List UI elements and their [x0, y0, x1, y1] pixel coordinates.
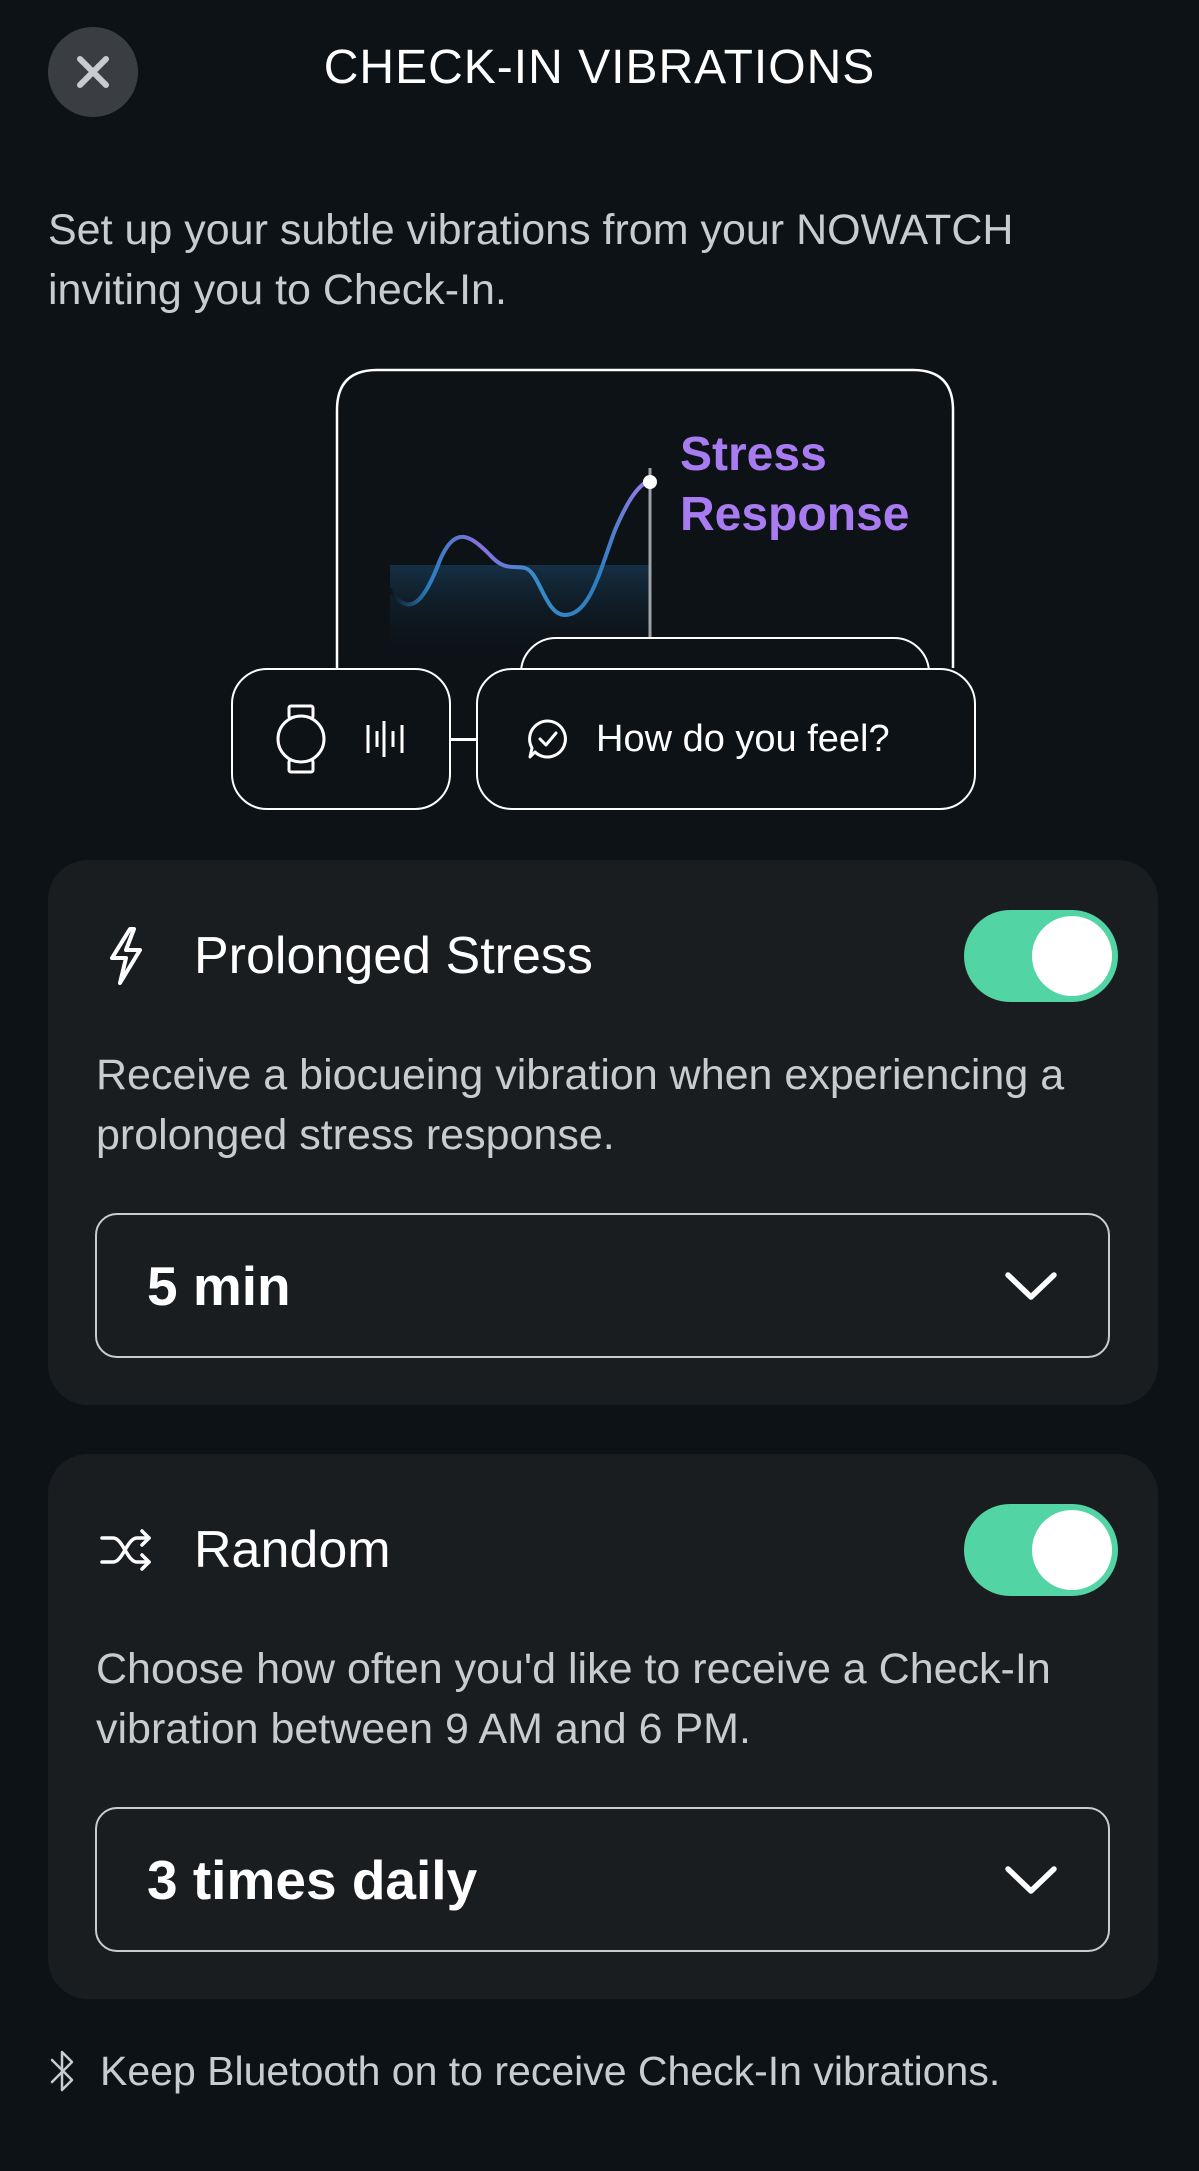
check-in-message-pill: How do you feel?	[476, 668, 976, 810]
stress-illustration: Stress Response How do you feel?	[0, 0, 1199, 830]
chat-check-icon	[528, 719, 567, 759]
random-toggle[interactable]	[964, 1504, 1118, 1596]
prolonged-stress-card: Prolonged Stress Receive a biocueing vib…	[48, 860, 1158, 1405]
watch-icon	[276, 704, 326, 774]
card-title: Random	[194, 1521, 391, 1579]
lightning-icon	[96, 926, 156, 986]
message-card-stack	[520, 637, 930, 717]
stress-duration-select[interactable]: 5 min	[95, 1213, 1110, 1358]
select-value: 5 min	[147, 1254, 291, 1317]
stress-chart-graphic	[335, 368, 955, 668]
watch-vibration-pill	[231, 668, 451, 810]
message-text: How do you feel?	[596, 717, 890, 760]
bluetooth-icon	[50, 2050, 74, 2092]
connector-line	[451, 738, 476, 741]
bluetooth-note: Keep Bluetooth on to receive Check-In vi…	[48, 2046, 1000, 2096]
check-in-vibrations-screen: CHECK-IN VIBRATIONS Set up your subtle v…	[0, 0, 1199, 2171]
prolonged-stress-toggle[interactable]	[964, 910, 1118, 1002]
page-title: CHECK-IN VIBRATIONS	[323, 41, 876, 94]
select-value: 3 times daily	[147, 1848, 478, 1911]
stress-response-label: Stress Response	[680, 428, 910, 541]
chevron-down-icon	[1005, 1271, 1057, 1300]
vibration-icon	[366, 721, 404, 757]
card-description: Choose how often you'd like to receive a…	[96, 1645, 1051, 1753]
chevron-down-icon	[1005, 1865, 1057, 1894]
card-title: Prolonged Stress	[194, 927, 593, 985]
random-card: Random Choose how often you'd like to re…	[48, 1454, 1158, 1999]
toggle-knob	[1032, 916, 1112, 996]
card-description: Receive a biocueing vibration when exper…	[96, 1051, 1065, 1159]
intro-text: Set up your subtle vibrations from your …	[48, 206, 1014, 314]
card-header: Random	[96, 1504, 1118, 1596]
random-frequency-select[interactable]: 3 times daily	[95, 1807, 1110, 1952]
shuffle-icon	[96, 1520, 156, 1580]
card-header: Prolonged Stress	[96, 910, 1118, 1002]
bluetooth-note-text: Keep Bluetooth on to receive Check-In vi…	[100, 2047, 1001, 2094]
toggle-knob	[1032, 1510, 1112, 1590]
